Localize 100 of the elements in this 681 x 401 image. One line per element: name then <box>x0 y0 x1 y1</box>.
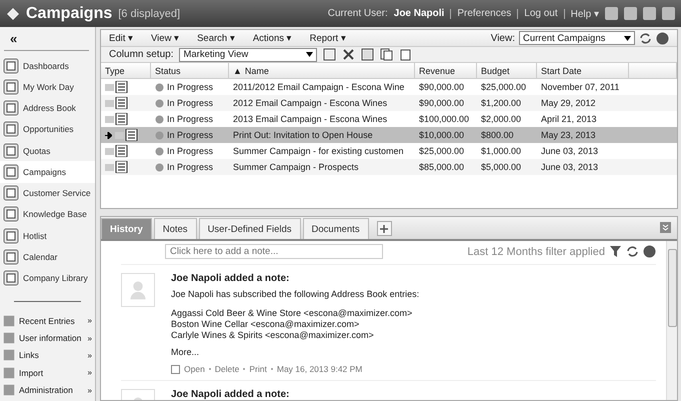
module-icon <box>3 142 19 159</box>
budget-cell-text: $1,000.00 <box>480 145 522 158</box>
note-body: Joe Napoli has subscribed the following Address Book entries: <box>171 289 420 300</box>
revenue-cell-text: $25,000.00 <box>418 145 466 158</box>
sidebar-item[interactable]: Dashboards <box>0 55 95 76</box>
tab[interactable]: Notes <box>154 218 197 239</box>
sidebar-item[interactable]: Address Book <box>0 98 95 119</box>
calendar-icon <box>171 364 180 374</box>
name-cell: Summer Campaign - Prospects <box>229 159 415 175</box>
logo-icon <box>6 6 20 20</box>
column-header[interactable]: Start Date <box>537 63 629 79</box>
caret-icon <box>624 36 631 40</box>
sidebar-item[interactable]: Calendar <box>0 246 95 268</box>
sidebar-link[interactable]: Import » <box>0 364 95 382</box>
page-title: Campaigns <box>26 4 112 22</box>
header-link[interactable]: Help ▾ <box>570 8 599 20</box>
name-cell: Print Out: Invitation to Open House <box>229 127 415 143</box>
revenue-cell: $85,000.00 <box>415 159 477 175</box>
module-icon <box>3 100 19 116</box>
module-icon <box>3 185 19 202</box>
budget-cell: $1,200.00 <box>477 95 537 111</box>
header-link[interactable]: Log out <box>524 8 558 19</box>
note-entry: Boston Wine Cellar <escona@maximizer.com> <box>171 319 360 330</box>
note-action-link[interactable]: Delete <box>214 364 240 374</box>
status-cell: In Progress <box>151 95 229 111</box>
sidebar-item[interactable]: My Work Day <box>0 76 95 98</box>
tab[interactable]: User-Defined Fields <box>198 218 301 239</box>
sidebar-item[interactable]: Customer Service <box>0 182 95 204</box>
start-date-cell: June 03, 2013 <box>537 159 629 175</box>
status-cell: In Progress <box>151 143 229 159</box>
column-header[interactable]: Status <box>151 63 229 79</box>
campaign-icon <box>105 145 129 157</box>
collapse-icon[interactable] <box>660 222 671 233</box>
status-cell: In Progress <box>151 127 229 143</box>
sidebar-link[interactable]: Administration » <box>0 382 95 399</box>
column-header[interactable]: Revenue <box>415 63 477 79</box>
module-icon <box>3 164 19 180</box>
campaign-icon <box>105 113 129 125</box>
add-column-icon[interactable] <box>323 48 336 61</box>
collapse-toggle[interactable]: « <box>4 29 89 51</box>
add-note-field[interactable]: Click here to add a note... <box>165 244 383 259</box>
module-icon <box>3 58 19 74</box>
row-stripe <box>629 127 677 143</box>
more-link[interactable]: More... <box>171 347 420 358</box>
start-date-cell: May 29, 2012 <box>537 95 629 111</box>
module-icon <box>3 349 15 362</box>
sidebar-link[interactable]: Links » <box>0 346 95 364</box>
current-row-icon <box>105 132 112 138</box>
sidebar-link[interactable]: User information » <box>0 329 95 347</box>
delete-icon[interactable] <box>342 48 356 61</box>
column-header[interactable]: Type <box>101 63 151 79</box>
budget-cell: $800.00 <box>477 127 537 143</box>
view-label: View: <box>490 32 515 44</box>
module-icon <box>3 249 19 266</box>
caret-icon <box>306 52 314 57</box>
name-cell-text: 2013 Email Campaign - Escona Wines <box>232 113 388 126</box>
note-date: May 16, 2013 9:42 PM <box>276 364 362 374</box>
column-setup-select[interactable]: Marketing View <box>179 48 318 62</box>
sidebar-item[interactable]: Knowledge Base <box>0 204 95 226</box>
menu-item[interactable]: Search ▾ <box>197 32 235 44</box>
note-action-link[interactable]: Print <box>249 364 267 374</box>
revenue-cell-text: $100,000.00 <box>418 113 470 126</box>
refresh-icon[interactable] <box>626 245 639 258</box>
revenue-cell-text: $90,000.00 <box>418 81 466 94</box>
module-icon <box>3 332 15 344</box>
copy-icon[interactable] <box>380 48 394 61</box>
column-setup-label: Column setup: <box>109 49 174 60</box>
current-user-name: Joe Napoli <box>394 8 444 19</box>
column-header[interactable]: Budget <box>477 63 537 79</box>
campaign-icon <box>115 129 139 141</box>
tab[interactable]: Documents <box>302 218 369 239</box>
sidebar-item[interactable]: Hotlist <box>0 225 95 246</box>
sidebar-item[interactable]: Quotas <box>0 140 95 162</box>
edit-column-icon[interactable] <box>361 48 374 61</box>
add-tab-button[interactable] <box>376 221 392 236</box>
menu-item[interactable]: View ▾ <box>151 32 180 44</box>
menu-item[interactable]: Actions ▾ <box>252 32 292 44</box>
export-icon[interactable] <box>399 48 412 61</box>
filter-icon[interactable] <box>609 245 622 258</box>
start-date-cell: May 23, 2013 <box>537 127 629 143</box>
module-icon <box>3 270 19 286</box>
view-select[interactable]: Current Campaigns <box>519 31 635 45</box>
sidebar-link[interactable]: Recent Entries » <box>0 312 95 330</box>
refresh-icon[interactable] <box>639 32 652 44</box>
sidebar-item[interactable]: Opportunities <box>0 118 95 140</box>
module-icon <box>3 121 19 138</box>
current-user-label: Current User: <box>328 8 388 19</box>
menu-item[interactable]: Edit ▾ <box>109 32 134 44</box>
module-icon <box>3 206 19 222</box>
menu-item[interactable]: Report ▾ <box>310 32 346 44</box>
sidebar-item[interactable]: Company Library <box>0 268 95 289</box>
budget-cell-text: $2,000.00 <box>480 113 522 126</box>
sidebar-item[interactable]: Campaigns <box>0 161 95 183</box>
header-link[interactable]: Preferences <box>457 8 512 19</box>
scrollbar[interactable] <box>666 241 677 400</box>
note-action-link[interactable]: Open <box>184 364 205 374</box>
column-header[interactable]: ▲ Name <box>229 63 415 79</box>
note-entry: Aggassi Cold Beer & Wine Store <escona@maximizer.com> <box>171 308 414 319</box>
budget-cell-text: $25,000.00 <box>480 81 528 94</box>
budget-cell: $5,000.00 <box>477 159 537 175</box>
